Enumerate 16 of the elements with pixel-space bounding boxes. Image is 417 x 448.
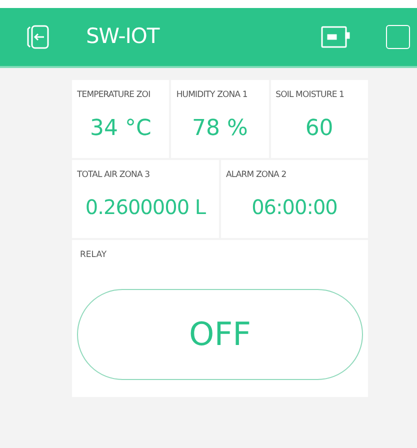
widget-label: ALARM ZONA 2 <box>226 169 288 182</box>
widget-label: TOTAL AIR ZONA 3 <box>77 169 151 182</box>
exit-icon[interactable] <box>26 24 50 50</box>
widget-label: RELAY <box>79 249 108 262</box>
widget-label: TEMPERATURE ZOI <box>77 89 152 102</box>
widget-value: 34 °C <box>88 114 152 143</box>
widget-value: 06:00:00 <box>250 194 338 221</box>
widget-value: 60 <box>304 114 334 143</box>
widget-label: SOIL MOISTURE 1 <box>276 89 346 102</box>
widget-value: 78 % <box>191 114 249 143</box>
relay-toggle-button[interactable]: OFF <box>77 288 363 380</box>
widget-label: HUMIDITY ZONA 1 <box>176 89 248 102</box>
app-title: SW-IOT <box>86 23 160 50</box>
widget-value: 0.2600000 L <box>84 194 207 221</box>
device-icon[interactable] <box>321 26 351 48</box>
square-icon[interactable] <box>386 25 410 49</box>
